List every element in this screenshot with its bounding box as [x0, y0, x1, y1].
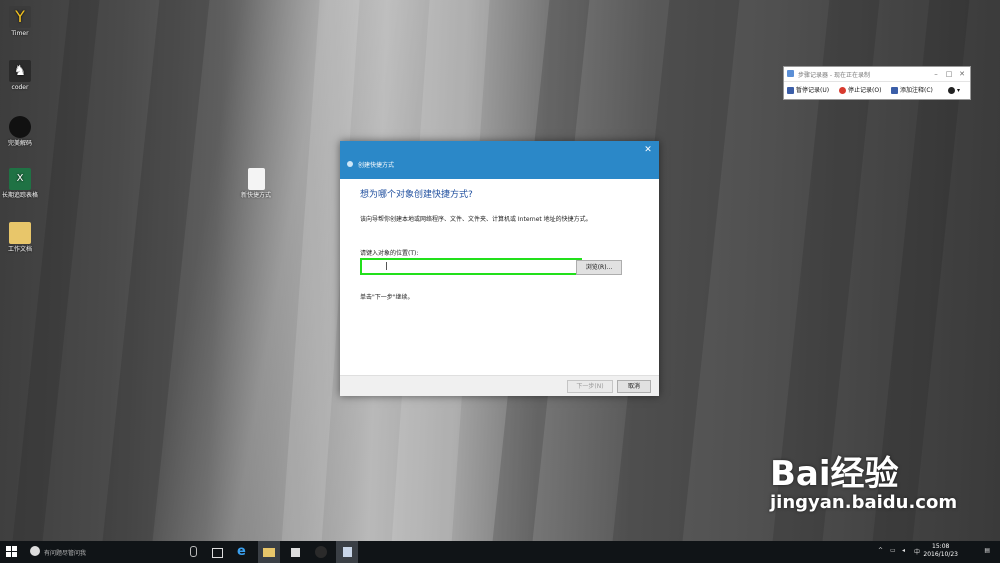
desktop-icon-label: 工作文档: [7, 246, 32, 253]
recorder-title: 步骤记录器 - 现在正在录制: [798, 72, 870, 79]
comment-icon: [891, 87, 898, 94]
pause-icon: [787, 87, 794, 94]
back-arrow-icon[interactable]: [347, 161, 353, 167]
minimize-icon[interactable]: –: [930, 68, 942, 80]
system-tray: ^ ▭ ◂ 中 15:08 2016/10/23 ▤: [870, 541, 1000, 563]
taskbar-edge[interactable]: e: [232, 541, 254, 563]
help-button[interactable]: ▾: [948, 85, 960, 96]
cortana-icon: [30, 546, 40, 556]
taskbar-steps-recorder[interactable]: [336, 541, 358, 563]
cortana-search-box[interactable]: 有问题尽管问我: [26, 541, 204, 563]
dialog-heading: 想为哪个对象创建快捷方式?: [360, 190, 473, 200]
network-icon[interactable]: ▭: [890, 547, 896, 554]
task-view-icon: [212, 548, 223, 558]
text-cursor-icon: [386, 262, 387, 270]
location-label: 请键入对象的位置(T):: [360, 250, 419, 257]
notification-icon[interactable]: ▤: [984, 547, 990, 554]
pause-recording-label: 暂停记录(U): [796, 87, 830, 94]
desktop-icon-label: coder: [11, 84, 29, 91]
folder-icon: [9, 222, 31, 244]
taskbar-file-explorer[interactable]: [258, 541, 280, 563]
browse-button[interactable]: 浏览(R)...: [576, 260, 622, 275]
clock-time: 15:08: [932, 543, 950, 550]
taskbar-store[interactable]: [284, 541, 306, 563]
clock-date: 2016/10/23: [923, 551, 958, 558]
dialog-title: 创建快捷方式: [358, 162, 395, 169]
task-view-button[interactable]: [206, 541, 228, 563]
start-button[interactable]: [6, 546, 18, 558]
desktop-icon-player[interactable]: 完美解码: [0, 116, 40, 148]
add-comment-button[interactable]: 添加注释(C): [891, 85, 933, 96]
desktop-icon-timer[interactable]: Y Timer: [0, 6, 40, 38]
recorder-icon: [343, 547, 352, 557]
dialog-footer: 下一步(N) 取消: [340, 375, 659, 396]
recorder-titlebar[interactable]: 步骤记录器 - 现在正在录制 – □ ✕: [784, 67, 970, 82]
store-icon: [291, 548, 300, 557]
next-button[interactable]: 下一步(N): [567, 380, 613, 393]
taskbar-app[interactable]: [310, 541, 332, 563]
baidu-url: jingyan.baidu.com: [770, 492, 958, 513]
horse-icon: ♞: [9, 60, 31, 82]
dialog-description: 该向导帮你创建本地或网络程序、文件、文件夹、计算机或 Internet 地址的快…: [360, 216, 592, 223]
blank-file-icon: [247, 168, 265, 190]
folder-icon: [263, 548, 275, 557]
baidu-watermark: Bai经验 jingyan.baidu.com: [770, 455, 957, 513]
help-icon: [948, 87, 955, 94]
dialog-hint: 单击"下一步"继续。: [360, 294, 414, 301]
maximize-icon[interactable]: □: [943, 68, 955, 80]
taskbar: 有问题尽管问我 e ^ ▭ ◂ 中 15:08 2016/10/23 ▤: [0, 541, 1000, 563]
microphone-icon[interactable]: [190, 546, 197, 557]
stop-recording-label: 停止记录(O): [848, 87, 882, 94]
desktop-icon-label: 长期追踪表格: [1, 192, 38, 199]
dropdown-arrow-icon: ▾: [957, 87, 961, 94]
steps-recorder-window: 步骤记录器 - 现在正在录制 – □ ✕ 暂停记录(U) 停止记录(O) 添加注…: [783, 66, 971, 100]
close-icon[interactable]: ✕: [642, 144, 654, 156]
baidu-logo: Bai经验: [770, 454, 899, 494]
excel-file-icon: X: [9, 168, 31, 190]
dialog-titlebar[interactable]: 创建快捷方式 ✕: [340, 141, 659, 179]
create-shortcut-dialog: 创建快捷方式 ✕ 想为哪个对象创建快捷方式? 该向导帮你创建本地或网络程序、文件…: [340, 141, 659, 396]
add-comment-label: 添加注释(C): [900, 87, 933, 94]
desktop-icon-new-shortcut[interactable]: 新快捷方式: [236, 168, 276, 200]
chevron-up-icon[interactable]: ^: [878, 547, 883, 554]
desktop-icon-excel[interactable]: X 长期追踪表格: [0, 168, 40, 200]
media-player-icon: [9, 116, 31, 138]
edge-icon: e: [237, 544, 246, 559]
volume-icon[interactable]: ◂: [902, 547, 905, 554]
desktop-icon-label: 新快捷方式: [240, 192, 271, 199]
timer-app-icon: Y: [9, 6, 31, 28]
recorder-app-icon: [787, 70, 794, 77]
desktop-icon-label: Timer: [11, 30, 29, 37]
input-method-indicator[interactable]: 中: [914, 547, 920, 556]
stop-icon: [839, 87, 846, 94]
clock[interactable]: 15:08 2016/10/23: [923, 543, 958, 559]
desktop-icon-coder[interactable]: ♞ coder: [0, 60, 40, 92]
app-icon: [315, 546, 327, 558]
desktop-icon-label: 完美解码: [7, 140, 32, 147]
desktop-icon-folder[interactable]: 工作文档: [0, 222, 40, 254]
stop-recording-button[interactable]: 停止记录(O): [839, 85, 881, 96]
search-placeholder: 有问题尽管问我: [44, 550, 87, 557]
close-icon[interactable]: ✕: [956, 68, 968, 80]
pause-recording-button[interactable]: 暂停记录(U): [787, 85, 829, 96]
cancel-button[interactable]: 取消: [617, 380, 651, 393]
location-input[interactable]: [360, 258, 582, 275]
